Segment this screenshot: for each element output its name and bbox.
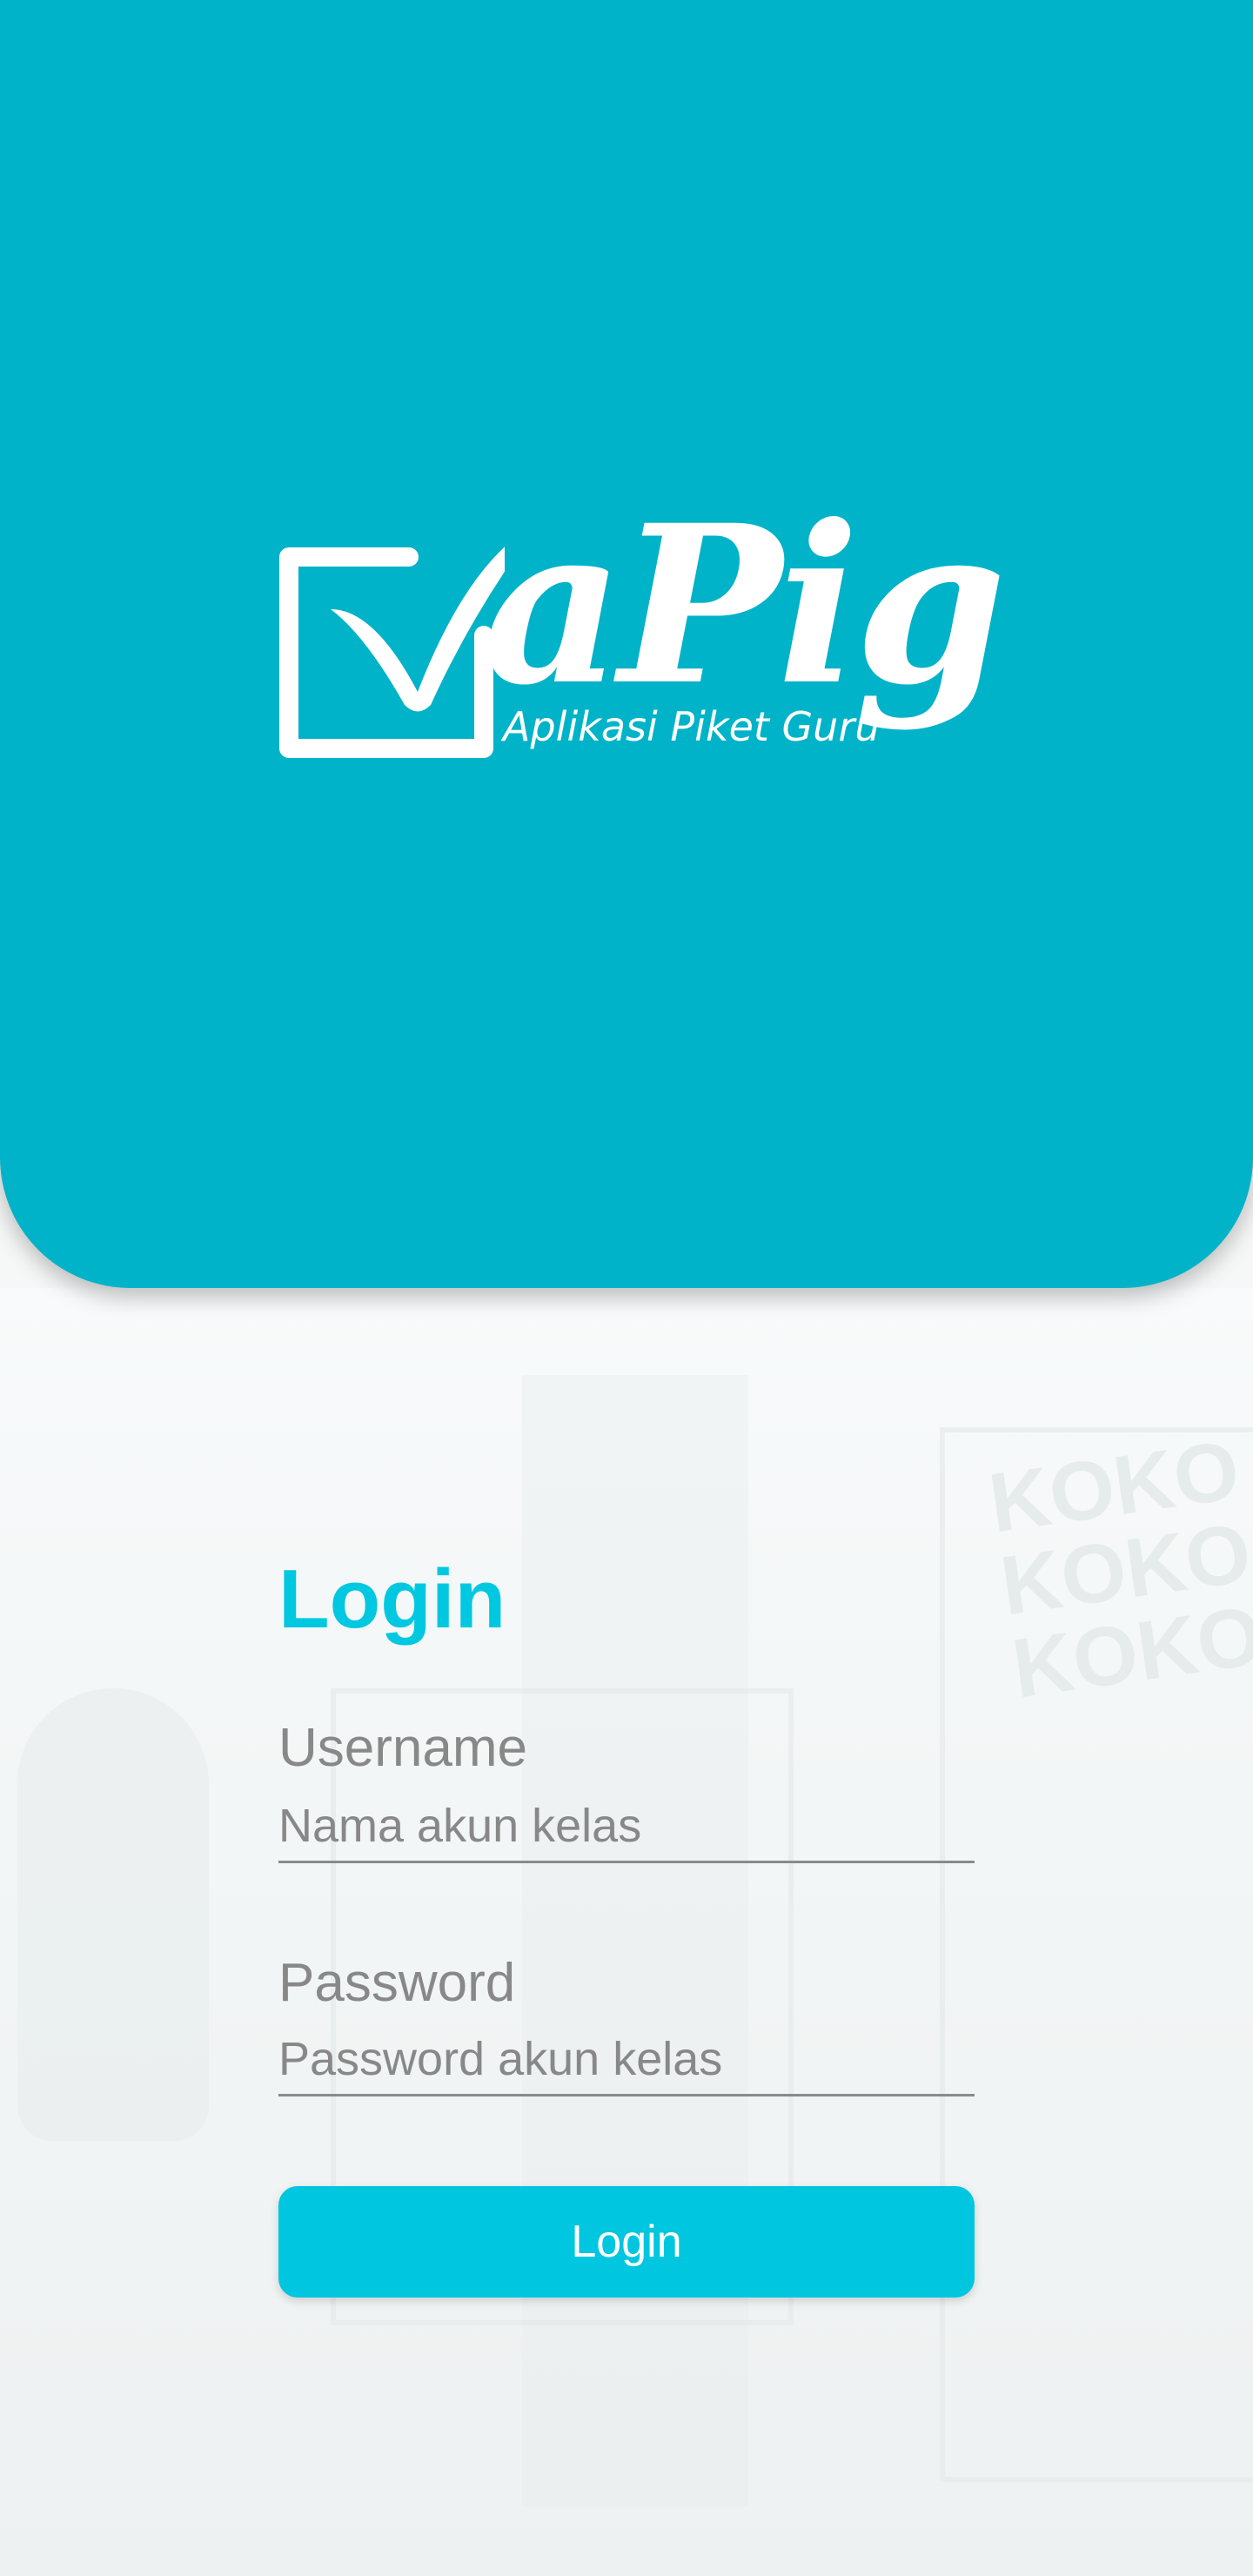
background-photo: KOKO KOKO KOKO [0,1288,1253,2576]
background-wall-text: KOKO KOKO KOKO [983,1423,1253,1716]
checkbox-check-icon [279,547,505,758]
logo-tagline: Aplikasi Piket Guru [503,703,881,750]
password-input[interactable] [278,2024,975,2096]
password-label: Password [278,1953,516,2013]
login-form: Login Username Password Login [278,1553,975,2298]
logo-wordmark: aPig [483,477,1007,733]
background-person-silhouette [17,1688,209,2141]
header-banner: aPig Aplikasi Piket Guru [0,0,1253,1288]
app-logo: aPig Aplikasi Piket Guru [278,496,1007,783]
username-label: Username [278,1718,527,1778]
login-button[interactable]: Login [278,2186,975,2298]
login-title: Login [278,1553,506,1646]
username-input[interactable] [278,1791,975,1863]
